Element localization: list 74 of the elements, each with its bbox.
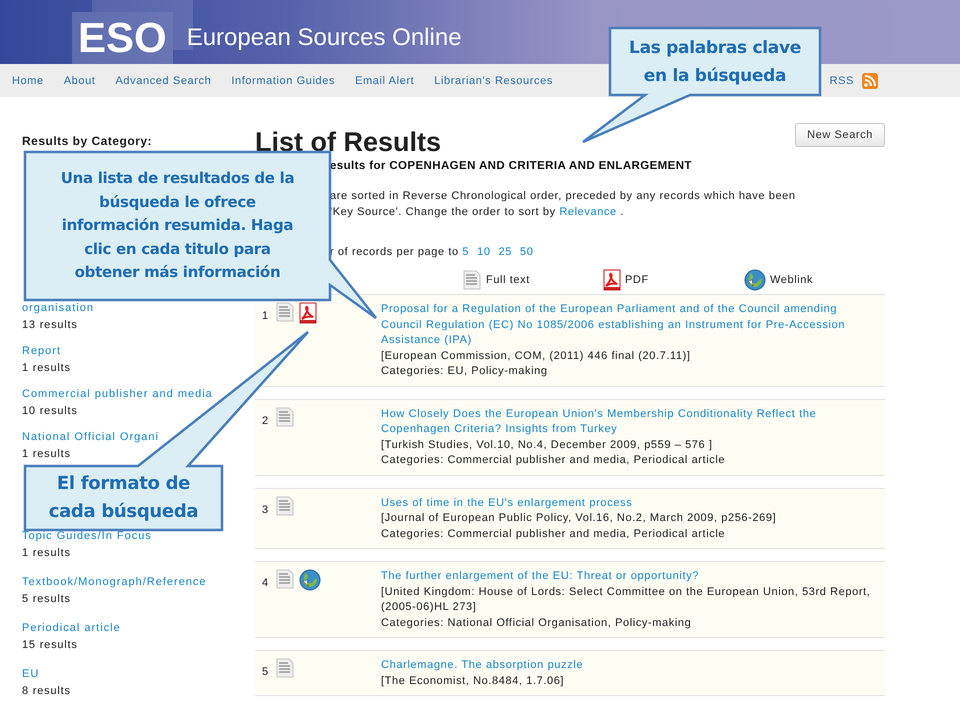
category-link[interactable]: Commercial publisher and media xyxy=(22,387,213,402)
category-link[interactable]: Topic Guides/In Focus xyxy=(22,529,152,544)
result-count: 10 results xyxy=(22,404,78,418)
pdf-icon xyxy=(603,269,621,291)
result-count: 13 results xyxy=(22,318,78,332)
sort-text: 'Key Source'. Change the order to sort by xyxy=(330,206,557,218)
site-logo[interactable]: ESO xyxy=(72,12,173,64)
result-categories: Categories: Commercial publisher and media, Periodical article xyxy=(381,526,726,542)
site-name: European Sources Online xyxy=(186,23,462,53)
result-title-link[interactable]: Proposal for a Regulation of the European Parliament and of the Council amending Council Regulation (EC) No 1085/2006 establishing an Instrument for Pre-Accession Assistance (IPA) xyxy=(381,302,875,348)
result-title-link[interactable]: Charlemagne. The absorption puzzle xyxy=(381,658,875,674)
result-count: 1 results xyxy=(22,361,71,375)
result-source: [Journal of European Public Policy, Vol.16, No.2, March 2009, p256-269] xyxy=(381,511,778,526)
per-page-link[interactable]: 25 xyxy=(498,246,512,258)
result-number: 1 xyxy=(262,310,270,324)
result-count: 5 results xyxy=(22,592,71,606)
legend-label: Weblink xyxy=(770,274,814,286)
result-count: 8 results xyxy=(22,684,71,698)
callout-text: Las palabras clave en la búsqueda xyxy=(629,36,801,88)
result-source: [The Economist, No.8484, 1.7.06] xyxy=(381,674,566,688)
category-link[interactable]: EU xyxy=(22,667,40,682)
nav-link[interactable]: Advanced Search xyxy=(116,74,212,86)
result-number: 4 xyxy=(262,577,270,591)
category-link[interactable]: Periodical article xyxy=(22,621,121,636)
result-count: 1 results xyxy=(22,447,71,461)
result-number: 3 xyxy=(262,504,270,518)
relevance-link[interactable]: Relevance xyxy=(559,206,617,218)
per-page-link[interactable]: 50 xyxy=(520,246,534,258)
nav-link[interactable]: Information Guides xyxy=(231,74,336,86)
document-icon xyxy=(462,270,482,290)
result-source: [Turkish Studies, Vol.10, No.4, December 2009, p559 – 576 ] xyxy=(381,438,714,452)
nav-link[interactable]: Home xyxy=(12,74,44,86)
per-page-link[interactable]: 5 xyxy=(462,246,470,258)
rss-link[interactable]: RSS xyxy=(830,74,854,86)
result-number: 2 xyxy=(262,414,270,428)
document-icon xyxy=(275,569,295,589)
category-link[interactable]: National Official Organi xyxy=(22,430,159,445)
pdf-icon xyxy=(299,302,317,324)
result-count: 1 results xyxy=(22,546,71,560)
globe-icon xyxy=(299,569,321,591)
callout-text: El formato de cada búsqueda xyxy=(48,472,198,524)
sidebar-heading: Results by Category: xyxy=(22,134,154,150)
category-link[interactable]: Report xyxy=(22,344,62,359)
result-categories: Categories: National Official Organisation, Policy-making xyxy=(381,616,692,630)
category-link[interactable]: organisation xyxy=(22,301,94,316)
nav-link[interactable]: Librarian's Resources xyxy=(434,74,553,86)
result-categories: Categories: Commercial publisher and media, Periodical article xyxy=(381,453,726,468)
result-count: 15 results xyxy=(22,638,78,652)
result-source: [United Kingdom: House of Lords: Select Committee on the European Union, 53rd Report, (2005-06)HL 273] xyxy=(381,584,872,615)
document-icon xyxy=(275,406,295,426)
new-search-button[interactable]: New Search xyxy=(795,123,885,147)
globe-icon xyxy=(744,269,766,291)
result-title-link[interactable]: The further enlargement of the EU: Threat or opportunity? xyxy=(381,569,875,584)
document-icon xyxy=(275,302,295,322)
per-page-text: r of records per page to xyxy=(330,246,460,258)
page-title: List of Results xyxy=(255,126,442,158)
result-categories: Categories: EU, Policy-making xyxy=(381,364,549,379)
nav-link[interactable]: About xyxy=(64,74,96,86)
sort-text: are sorted in Reverse Chronological order, preceded by any records which have been xyxy=(330,189,797,204)
query-text: esults for COPENHAGEN AND CRITERIA AND ENLARGEMENT xyxy=(330,160,693,172)
result-number: 5 xyxy=(262,666,270,680)
document-icon xyxy=(275,496,295,516)
result-title-link[interactable]: Uses of time in the EU's enlargement process xyxy=(381,496,875,511)
rss-icon[interactable] xyxy=(862,72,878,88)
result-title-link[interactable]: How Closely Does the European Union's Membership Conditionality Reflect the Copenhagen Criteria? Insights from Turkey xyxy=(381,406,875,438)
result-source: [European Commission, COM, (2011) 446 final (20.7.11)] xyxy=(381,348,692,364)
callout-text: Una lista de resultados de la búsqueda le ofrece información resumida. Haga clic en cada titulo para obtener más información xyxy=(60,168,294,284)
sort-text: . xyxy=(619,206,624,218)
document-icon xyxy=(275,658,295,678)
nav-link[interactable]: Email Alert xyxy=(355,74,414,86)
category-link[interactable]: Textbook/Monograph/Reference xyxy=(22,575,207,590)
per-page-link[interactable]: 10 xyxy=(477,246,491,258)
legend-label: Full text xyxy=(486,274,530,286)
legend-label: PDF xyxy=(625,274,649,286)
